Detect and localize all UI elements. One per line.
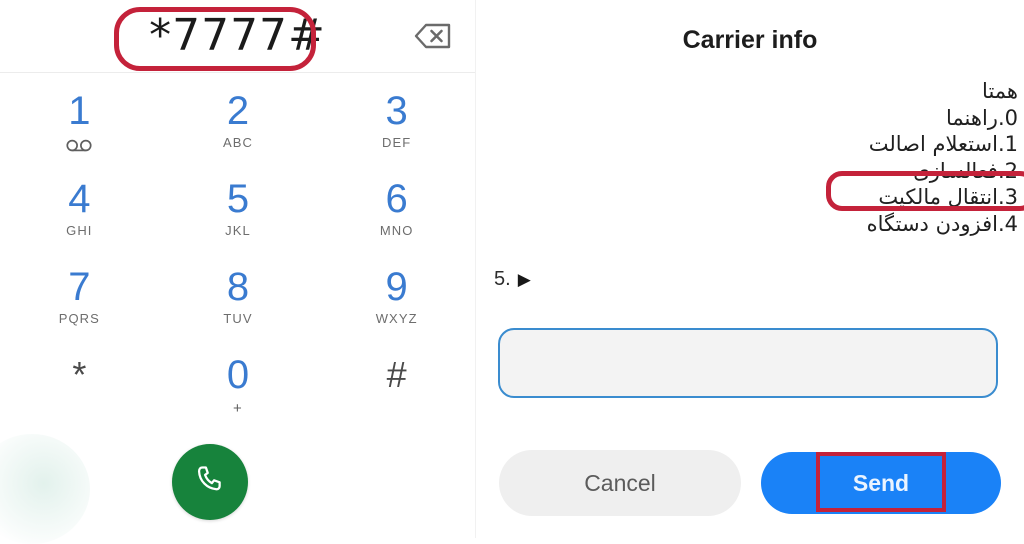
key-1-digit: 1 — [68, 89, 91, 133]
key-9[interactable]: 9 WXYZ — [317, 260, 476, 348]
key-8-digit: 8 — [226, 265, 250, 309]
key-3-digit: 3 — [385, 89, 408, 133]
voicemail-icon — [66, 139, 92, 157]
key-3-letters: DEF — [382, 135, 412, 150]
key-9-letters: WXYZ — [375, 311, 418, 326]
ussd-dialog-pane: Carrier info همتا 0.راهنما 1.استعلام اصا… — [476, 0, 1024, 538]
key-5[interactable]: 5 JKL — [159, 172, 318, 260]
key-0-digit: 0 — [226, 353, 250, 397]
ussd-message-line-3: 2.فعالسازی — [913, 158, 1018, 183]
ussd-reply-input[interactable] — [498, 328, 998, 398]
dialed-number-display[interactable]: *7777# — [0, 8, 475, 64]
ussd-message-line-0: همتا — [982, 79, 1018, 103]
dial-display-row: *7777# — [0, 0, 475, 73]
key-hash-digit: # — [386, 354, 407, 395]
key-4[interactable]: 4 GHI — [0, 172, 159, 260]
ussd-more-option: 5. ▶ — [494, 268, 531, 291]
key-2[interactable]: 2 ABC — [159, 84, 318, 172]
key-7-digit: 7 — [68, 265, 91, 309]
key-7[interactable]: 7 PQRS — [0, 260, 159, 348]
screenshot-root: *7777# 1 2 ABC 3 DEF 4 GHI 5 JKL 6 MNO 7… — [0, 0, 1024, 544]
key-8[interactable]: 8 TUV — [159, 260, 318, 348]
key-6[interactable]: 6 MNO — [317, 172, 476, 260]
dialog-title: Carrier info — [682, 26, 818, 54]
key-0[interactable]: 0 + — [159, 348, 318, 436]
key-9-digit: 9 — [385, 265, 408, 309]
send-button[interactable]: Send — [761, 452, 1001, 514]
call-button[interactable] — [172, 444, 248, 520]
play-arrow-icon: ▶ — [517, 270, 531, 289]
ussd-message-body: همتا 0.راهنما 1.استعلام اصالت 2.فعالسازی… — [498, 78, 1018, 237]
key-6-letters: MNO — [379, 223, 414, 238]
key-0-plus: + — [233, 400, 243, 417]
key-2-digit: 2 — [226, 89, 250, 133]
cancel-button[interactable]: Cancel — [499, 450, 741, 516]
backspace-icon[interactable] — [413, 20, 453, 52]
ussd-message-line-2: 1.استعلام اصالت — [868, 132, 1018, 156]
key-5-digit: 5 — [226, 177, 250, 221]
key-hash[interactable]: # — [317, 348, 476, 436]
key-4-digit: 4 — [68, 177, 91, 221]
corner-blur-artifact — [0, 434, 90, 544]
key-8-letters: TUV — [223, 311, 253, 326]
ussd-message-line-5: 4.افزودن دستگاه — [866, 211, 1018, 236]
key-4-letters: GHI — [66, 223, 93, 238]
dial-keypad: 1 2 ABC 3 DEF 4 GHI 5 JKL 6 MNO 7 PQRS 8… — [0, 84, 476, 436]
key-asterisk-digit: * — [72, 354, 87, 395]
phone-handset-icon — [193, 463, 227, 502]
key-3[interactable]: 3 DEF — [317, 84, 476, 172]
key-1[interactable]: 1 — [0, 84, 159, 172]
key-5-letters: JKL — [225, 223, 251, 238]
dialog-action-row: Cancel Send — [476, 450, 1024, 516]
ussd-message-line-1: 0.راهنما — [946, 105, 1018, 130]
key-7-letters: PQRS — [58, 311, 100, 326]
key-6-digit: 6 — [385, 177, 408, 221]
key-2-letters: ABC — [222, 135, 253, 150]
dialer-pane: *7777# 1 2 ABC 3 DEF 4 GHI 5 JKL 6 MNO 7… — [0, 0, 476, 544]
key-asterisk[interactable]: * — [0, 348, 159, 436]
ussd-more-label: 5. — [494, 268, 511, 290]
ussd-message-line-4: 3.انتقال مالکیت — [878, 185, 1018, 209]
